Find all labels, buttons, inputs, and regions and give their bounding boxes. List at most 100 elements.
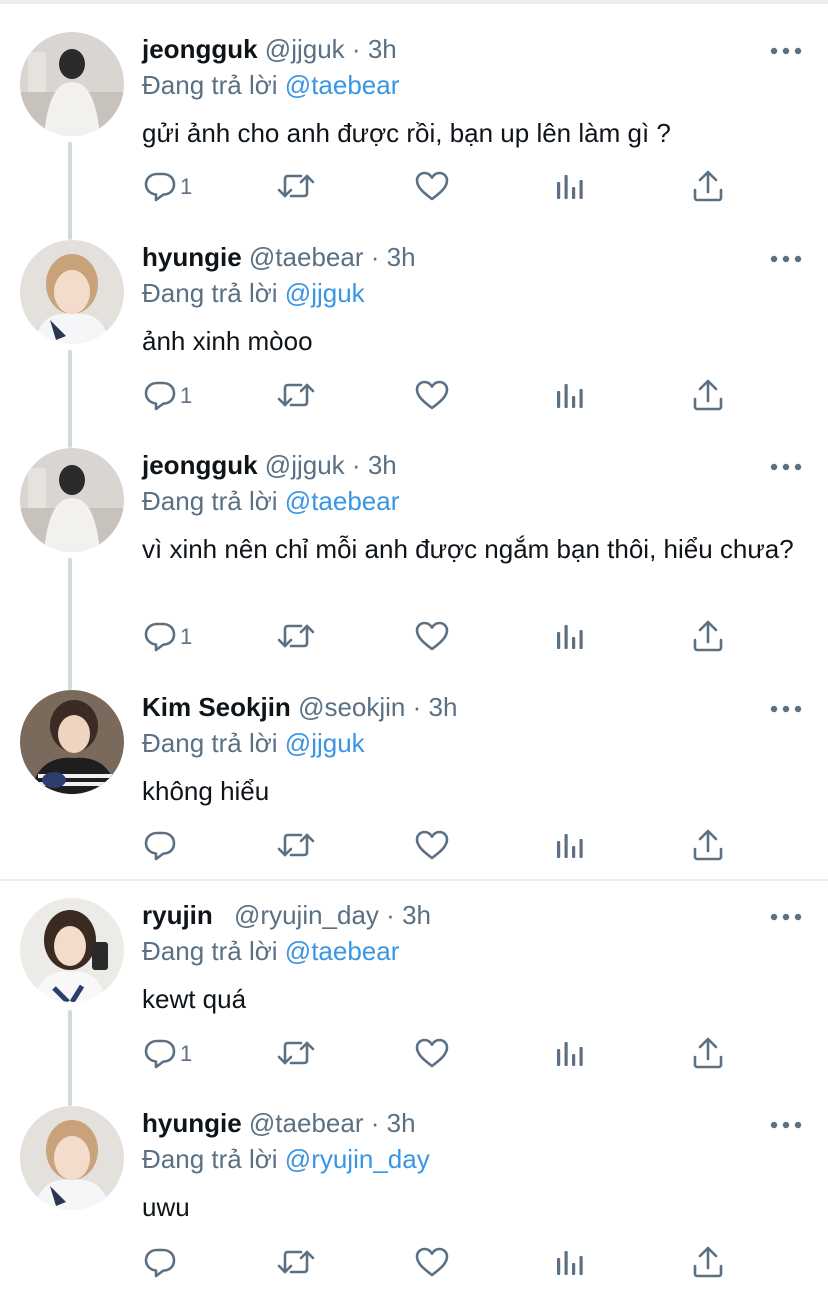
share-icon <box>690 827 726 863</box>
tweet-header: ryujin @ryujin_day · 3h <box>142 898 431 932</box>
tweet-actions: 1 <box>0 618 828 658</box>
heart-button[interactable] <box>414 168 450 208</box>
display-name[interactable]: jeongguk <box>142 450 258 480</box>
timestamp[interactable]: 3h <box>387 242 416 272</box>
share-icon <box>690 1244 726 1280</box>
tweet-text: vì xinh nên chỉ mỗi anh được ngắm bạn th… <box>142 534 794 564</box>
jeongguk-avatar[interactable] <box>20 448 124 552</box>
share-button[interactable] <box>690 827 726 867</box>
reply-button[interactable]: 1 <box>142 168 192 208</box>
more-icon[interactable] <box>768 1116 804 1134</box>
replying-to: Đang trả lời @taebear <box>142 484 399 518</box>
retweet-icon <box>276 377 316 413</box>
timestamp[interactable]: 3h <box>429 692 458 722</box>
more-icon[interactable] <box>768 42 804 60</box>
share-button[interactable] <box>690 618 726 658</box>
analytics-button[interactable] <box>552 1035 588 1075</box>
retweet-icon <box>276 827 316 863</box>
tweet-header: hyungie @taebear · 3h <box>142 1106 416 1140</box>
timestamp[interactable]: 3h <box>387 1108 416 1138</box>
mention-link[interactable]: @taebear <box>285 936 400 966</box>
jeongguk-avatar[interactable] <box>20 32 124 136</box>
display-name[interactable]: hyungie <box>142 242 242 272</box>
share-button[interactable] <box>690 1244 726 1284</box>
hyungie-avatar[interactable] <box>20 240 124 344</box>
separator-dot: · <box>351 34 361 64</box>
analytics-button[interactable] <box>552 377 588 417</box>
share-icon <box>690 377 726 413</box>
retweet-button[interactable] <box>276 168 316 208</box>
reply-button[interactable] <box>142 1244 178 1284</box>
replying-to: Đang trả lời @jjguk <box>142 276 365 310</box>
thread-divider <box>0 879 828 881</box>
user-handle[interactable]: @jjguk <box>265 450 345 480</box>
more-icon[interactable] <box>768 908 804 926</box>
share-icon <box>690 168 726 204</box>
share-button[interactable] <box>690 168 726 208</box>
retweet-button[interactable] <box>276 618 316 658</box>
mention-link[interactable]: @ryujin_day <box>285 1144 430 1174</box>
analytics-button[interactable] <box>552 1244 588 1284</box>
retweet-button[interactable] <box>276 1035 316 1075</box>
retweet-button[interactable] <box>276 1244 316 1284</box>
reply-icon <box>142 1035 178 1071</box>
mention-link[interactable]: @jjguk <box>285 278 365 308</box>
heart-button[interactable] <box>414 827 450 867</box>
share-button[interactable] <box>690 1035 726 1075</box>
heart-button[interactable] <box>414 1244 450 1284</box>
user-handle[interactable]: @taebear <box>249 242 364 272</box>
display-name[interactable]: jeongguk <box>142 34 258 64</box>
hyungie-avatar[interactable] <box>20 1106 124 1210</box>
more-icon[interactable] <box>768 250 804 268</box>
share-button[interactable] <box>690 377 726 417</box>
more-icon[interactable] <box>768 700 804 718</box>
analytics-icon <box>552 1244 588 1280</box>
timestamp[interactable]: 3h <box>368 450 397 480</box>
mention-link[interactable]: @taebear <box>285 70 400 100</box>
analytics-icon <box>552 618 588 654</box>
display-name[interactable]: Kim Seokjin <box>142 692 291 722</box>
seokjin-avatar[interactable] <box>20 690 124 794</box>
retweet-button[interactable] <box>276 377 316 417</box>
analytics-icon <box>552 1035 588 1071</box>
reply-button[interactable]: 1 <box>142 377 192 417</box>
share-icon <box>690 618 726 654</box>
analytics-button[interactable] <box>552 168 588 208</box>
more-icon[interactable] <box>768 458 804 476</box>
reply-icon <box>142 168 178 204</box>
heart-button[interactable] <box>414 377 450 417</box>
timestamp[interactable]: 3h <box>368 34 397 64</box>
heart-icon <box>414 377 450 413</box>
tweet-text: uwu <box>142 1192 190 1222</box>
tweet-text: gửi ảnh cho anh được rồi, bạn up lên làm… <box>142 118 671 148</box>
heart-button[interactable] <box>414 1035 450 1075</box>
user-handle[interactable]: @ryujin_day <box>234 900 379 930</box>
reply-icon <box>142 1244 178 1280</box>
user-handle[interactable]: @taebear <box>249 1108 364 1138</box>
heart-button[interactable] <box>414 618 450 658</box>
reply-count: 1 <box>180 174 193 199</box>
tweet-text: kewt quá <box>142 984 247 1014</box>
timestamp[interactable]: 3h <box>402 900 431 930</box>
share-icon <box>690 1035 726 1071</box>
reply-icon <box>142 377 178 413</box>
display-name[interactable]: ryujin <box>142 900 213 930</box>
retweet-icon <box>276 1244 316 1280</box>
replying-label: Đang trả lời <box>142 70 278 100</box>
mention-link[interactable]: @taebear <box>285 486 400 516</box>
heart-icon <box>414 1035 450 1071</box>
reply-button[interactable]: 1 <box>142 618 192 658</box>
display-name[interactable]: hyungie <box>142 1108 242 1138</box>
retweet-button[interactable] <box>276 827 316 867</box>
reply-button[interactable]: 1 <box>142 1035 192 1075</box>
analytics-button[interactable] <box>552 827 588 867</box>
user-handle[interactable]: @seokjin <box>298 692 405 722</box>
replying-to: Đang trả lời @jjguk <box>142 726 365 760</box>
mention-link[interactable]: @jjguk <box>285 728 365 758</box>
ryujin-avatar[interactable] <box>20 898 124 1002</box>
user-handle[interactable]: @jjguk <box>265 34 345 64</box>
tweet-actions <box>0 1244 828 1284</box>
reply-button[interactable] <box>142 827 178 867</box>
separator-dot: · <box>412 692 422 722</box>
analytics-button[interactable] <box>552 618 588 658</box>
